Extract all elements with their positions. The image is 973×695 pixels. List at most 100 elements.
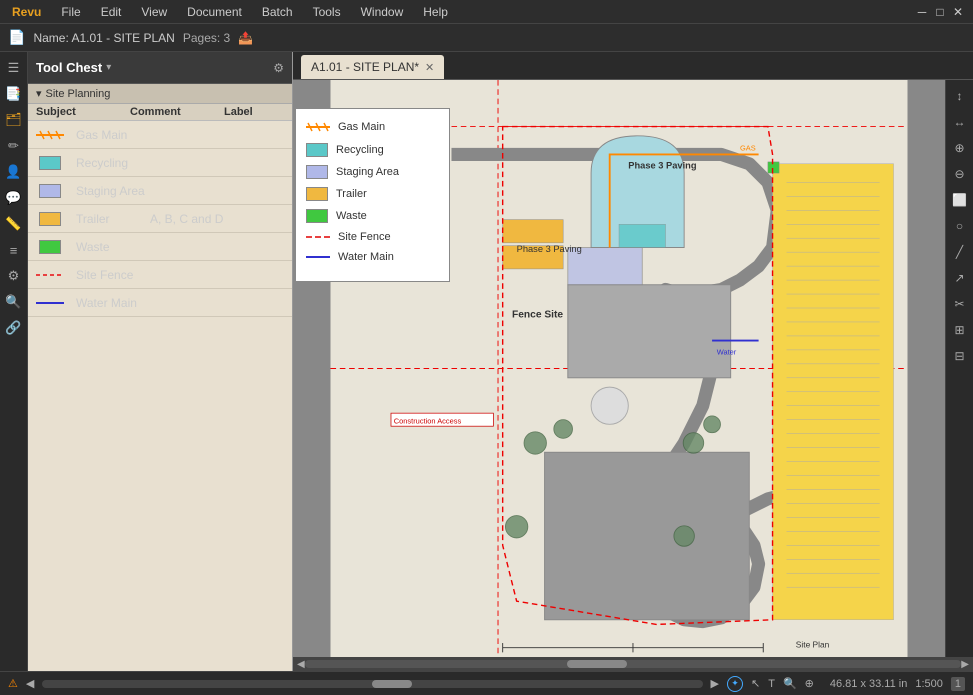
tab-site-plan[interactable]: A1.01 - SITE PLAN* ✕ xyxy=(301,55,444,79)
swatch-trailer-canvas xyxy=(306,187,328,201)
left-icon-comments[interactable]: 💬 xyxy=(2,186,26,210)
scroll-right-btn[interactable]: ▶ xyxy=(711,677,719,690)
list-item[interactable]: Gas Main xyxy=(28,121,292,149)
right-icon-1[interactable]: ↕ xyxy=(948,84,972,108)
swatch-trailer xyxy=(36,211,64,227)
nav-icon[interactable]: ⊕ xyxy=(805,677,814,690)
export-icon[interactable]: 📤 xyxy=(238,31,253,45)
legend-list: Gas Main Recycling Staging Area xyxy=(28,121,292,671)
tool-chest-settings-icon[interactable]: ⚙ xyxy=(273,61,284,75)
scroll-thumb[interactable] xyxy=(567,660,627,668)
scroll-right-btn[interactable]: ▶ xyxy=(961,659,969,670)
svg-text:GAS: GAS xyxy=(740,144,756,153)
dimensions-label: 46.81 x 33.11 in xyxy=(830,678,907,690)
swatch-staging-canvas xyxy=(306,165,328,179)
text-tool-icon[interactable]: T xyxy=(768,678,775,690)
left-icon-markup[interactable]: ✏ xyxy=(2,134,26,158)
menu-file[interactable]: File xyxy=(57,3,84,21)
document-icon: 📄 xyxy=(8,29,25,46)
list-item[interactable]: Site Fence xyxy=(28,261,292,289)
menu-document[interactable]: Document xyxy=(183,3,246,21)
cursor-icon[interactable]: ✦ xyxy=(727,676,743,692)
pages-info: Pages: 3 xyxy=(183,31,230,45)
left-icon-bookmarks[interactable]: 📑 xyxy=(2,82,26,106)
minimize-button[interactable]: ─ xyxy=(915,5,929,19)
left-icon-users[interactable]: 👤 xyxy=(2,160,26,184)
swatch-staging xyxy=(36,183,64,199)
list-item[interactable]: Staging Area xyxy=(28,177,292,205)
left-icon-layers[interactable]: ≡ xyxy=(2,238,26,262)
legend-site-fence: Site Fence xyxy=(306,231,439,243)
list-item[interactable]: Trailer A, B, C and D xyxy=(28,205,292,233)
menu-window[interactable]: Window xyxy=(357,3,408,21)
app-name[interactable]: Revu xyxy=(8,3,45,21)
col-subject: Subject xyxy=(36,106,130,118)
left-icon-search[interactable]: 🔍 xyxy=(2,290,26,314)
legend-recycling-label: Recycling xyxy=(336,144,384,156)
menu-batch[interactable]: Batch xyxy=(258,3,297,21)
item-subject: Gas Main xyxy=(76,128,150,142)
list-item[interactable]: Water Main xyxy=(28,289,292,317)
list-item[interactable]: Waste xyxy=(28,233,292,261)
right-icon-cut[interactable]: ✂ xyxy=(948,292,972,316)
menu-view[interactable]: View xyxy=(137,3,171,21)
tool-chest-dropdown[interactable]: ▾ xyxy=(106,62,111,73)
swatch-recycling-canvas xyxy=(306,143,328,157)
item-subject: Recycling xyxy=(76,156,150,170)
section-arrow[interactable]: ▾ xyxy=(36,87,42,100)
menu-tools[interactable]: Tools xyxy=(309,3,345,21)
legend-gas-main: Gas Main xyxy=(306,119,439,135)
left-sidebar: ☰ 📑 🗂 ✏ 👤 💬 📏 ≡ ⚙ 🔍 🔗 xyxy=(0,52,28,671)
left-icon-link[interactable]: 🔗 xyxy=(2,316,26,340)
right-icon-line[interactable]: ╱ xyxy=(948,240,972,264)
warning-icon: ⚠ xyxy=(8,677,18,690)
close-button[interactable]: ✕ xyxy=(951,5,965,19)
tab-close-button[interactable]: ✕ xyxy=(425,61,434,74)
legend-waste-label: Waste xyxy=(336,210,367,222)
tab-bar: A1.01 - SITE PLAN* ✕ xyxy=(293,52,973,80)
right-icon-zoom-out[interactable]: ⊖ xyxy=(948,162,972,186)
legend-trailer-label: Trailer xyxy=(336,188,367,200)
legend-fence-label: Site Fence xyxy=(338,231,391,243)
tool-chest-panel: Tool Chest ▾ ⚙ ▾ Site Planning Subject C… xyxy=(28,52,293,671)
right-icon-2[interactable]: ↔ xyxy=(948,110,972,134)
svg-text:Site Plan: Site Plan xyxy=(796,640,830,650)
legend-waste: Waste xyxy=(306,209,439,223)
scroll-left-btn[interactable]: ◀ xyxy=(26,677,34,690)
svg-text:Water: Water xyxy=(717,348,737,357)
right-icon-select[interactable]: ⬜ xyxy=(948,188,972,212)
bottom-scroll-track[interactable] xyxy=(42,680,702,688)
left-icon-measure[interactable]: 📏 xyxy=(2,212,26,236)
legend-staging-label: Staging Area xyxy=(336,166,399,178)
svg-text:Phase 3 Paving: Phase 3 Paving xyxy=(517,244,582,254)
menu-edit[interactable]: Edit xyxy=(97,3,126,21)
legend-trailer: Trailer xyxy=(306,187,439,201)
bottom-scroll-thumb[interactable] xyxy=(372,680,412,688)
list-item[interactable]: Recycling xyxy=(28,149,292,177)
left-icon-toolchest[interactable]: 🗂 xyxy=(2,108,26,132)
item-subject: Waste xyxy=(76,240,150,254)
svg-text:Phase 3 Paving: Phase 3 Paving xyxy=(628,160,697,170)
scale-label: 1:500 xyxy=(915,678,943,690)
left-icon-tools[interactable]: ⚙ xyxy=(2,264,26,288)
select-tool-icon[interactable]: ↖ xyxy=(751,677,760,690)
item-subject: Site Fence xyxy=(76,268,150,282)
right-icon-add[interactable]: ⊞ xyxy=(948,318,972,342)
table-header: Subject Comment Label xyxy=(28,104,292,121)
scroll-track[interactable] xyxy=(305,660,962,668)
right-icon-circle[interactable]: ○ xyxy=(948,214,972,238)
right-icon-arrow[interactable]: ↗ xyxy=(948,266,972,290)
page-number: 1 xyxy=(951,677,965,691)
item-comment: A, B, C and D xyxy=(150,212,224,226)
scroll-left-btn[interactable]: ◀ xyxy=(297,659,305,670)
zoom-icon[interactable]: 🔍 xyxy=(783,677,797,690)
svg-text:Fence Site: Fence Site xyxy=(512,309,563,320)
h-scrollbar[interactable]: ◀ ▶ xyxy=(293,657,973,671)
right-icon-remove[interactable]: ⊟ xyxy=(948,344,972,368)
left-icon-menu[interactable]: ☰ xyxy=(2,56,26,80)
maximize-button[interactable]: □ xyxy=(933,5,947,19)
legend-water-label: Water Main xyxy=(338,251,394,263)
right-toolbar: ↕ ↔ ⊕ ⊖ ⬜ ○ ╱ ↗ ✂ ⊞ ⊟ xyxy=(945,80,973,657)
menu-help[interactable]: Help xyxy=(419,3,452,21)
right-icon-zoom-in[interactable]: ⊕ xyxy=(948,136,972,160)
